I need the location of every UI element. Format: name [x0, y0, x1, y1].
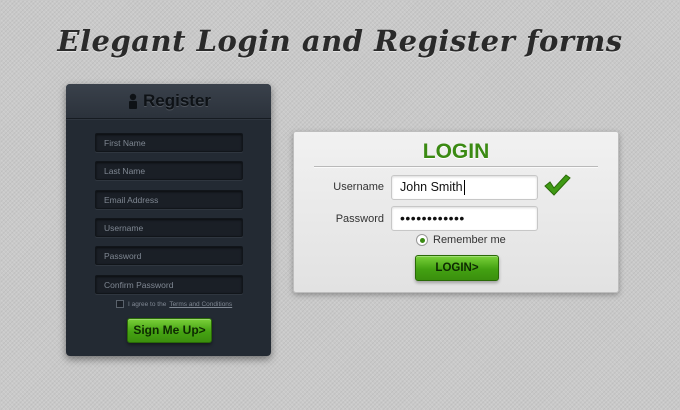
- username-value: John Smith: [400, 180, 463, 194]
- last-name-input[interactable]: Last Name: [95, 161, 243, 180]
- remember-me-radio[interactable]: [416, 234, 428, 246]
- checkmark-icon: [543, 173, 571, 197]
- first-name-input[interactable]: First Name: [95, 133, 243, 152]
- remember-me-label: Remember me: [433, 234, 506, 246]
- text-caret: [463, 180, 465, 196]
- confirm-password-input[interactable]: Confirm Password: [95, 275, 243, 294]
- radio-selected-dot: [419, 237, 425, 243]
- agree-checkbox[interactable]: [116, 300, 124, 308]
- username-label: Username: [333, 181, 384, 193]
- agree-row: I agree to the Terms and Conditions: [116, 300, 232, 308]
- register-username-input[interactable]: Username: [95, 218, 243, 237]
- sign-me-up-button[interactable]: Sign Me Up>: [127, 318, 212, 343]
- login-button[interactable]: LOGIN>: [415, 255, 499, 281]
- username-input[interactable]: John Smith: [391, 175, 538, 200]
- register-header: Register: [66, 84, 271, 119]
- user-icon: [126, 93, 140, 109]
- page-title: Elegant Login and Register forms: [57, 24, 623, 58]
- login-panel: LOGIN Username John Smith Password •••••…: [293, 131, 619, 293]
- login-title: LOGIN: [422, 140, 490, 163]
- login-divider: [314, 166, 598, 168]
- register-panel: Register First Name Last Name Email Addr…: [66, 84, 271, 356]
- terms-link[interactable]: Terms and Conditions: [169, 301, 232, 308]
- password-input[interactable]: ••••••••••••: [391, 206, 538, 231]
- register-password-input[interactable]: Password: [95, 246, 243, 265]
- password-label: Password: [335, 213, 384, 225]
- agree-text: I agree to the: [128, 300, 167, 308]
- remember-row: Remember me: [416, 234, 506, 246]
- register-title: Register: [142, 91, 212, 110]
- email-address-input[interactable]: Email Address: [95, 190, 243, 209]
